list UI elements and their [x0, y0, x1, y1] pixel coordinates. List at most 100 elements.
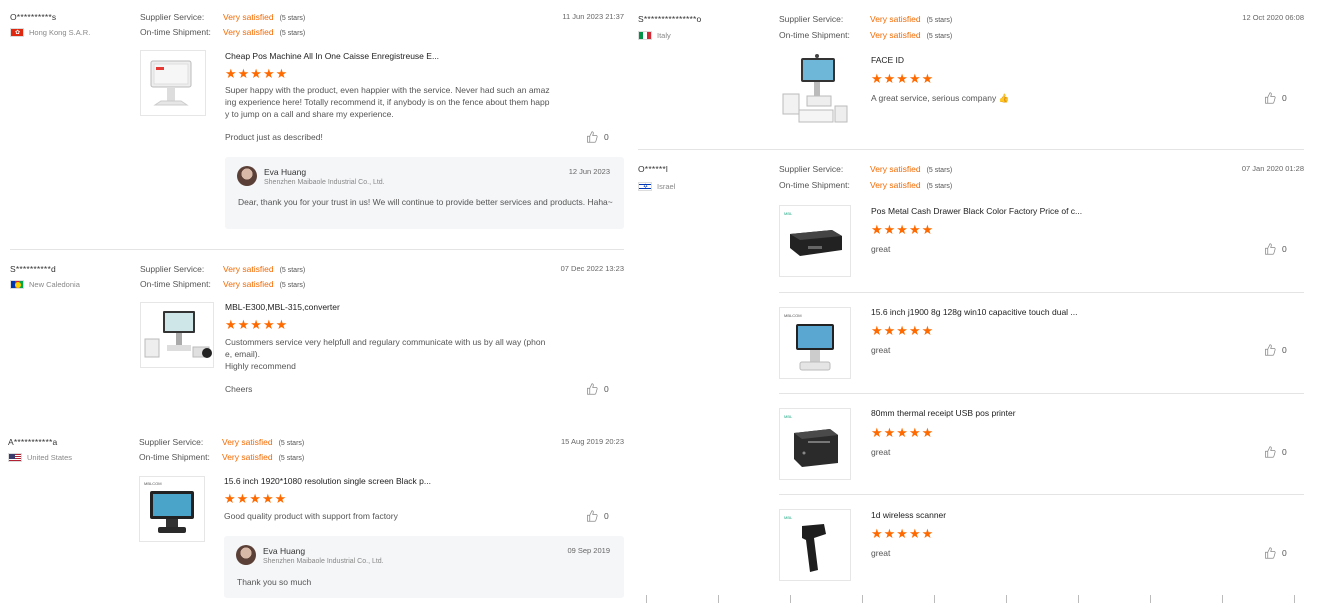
pos-machine-image: [150, 60, 192, 106]
pos-bundle-image: [144, 311, 212, 358]
product-title[interactable]: Pos Metal Cash Drawer Black Color Factor…: [871, 206, 1082, 216]
rating-block: Supplier Service: Very satisfied (5 stars)…: [140, 12, 305, 37]
like-count: 0: [604, 132, 609, 142]
svg-text:MBLCOM: MBLCOM: [144, 481, 162, 486]
reply-company: Shenzhen Maibaole Industrial Co., Ltd.: [263, 558, 384, 565]
stars-note: (5 stars): [926, 167, 953, 174]
supplier-service-value: Very satisfied: [223, 264, 274, 274]
product-title[interactable]: 1d wireless scanner: [871, 510, 946, 520]
thumbs-up-icon: [1265, 92, 1276, 104]
like-button[interactable]: 0: [586, 131, 609, 143]
review-text: Good quality product with support from f…: [224, 511, 398, 521]
like-count: 0: [604, 511, 609, 521]
star-rating: ★★★★★: [225, 317, 289, 332]
flag-united-states-icon: [8, 453, 22, 462]
product-thumbnail[interactable]: [140, 50, 206, 116]
rating-block: Supplier Service: Very satisfied (5 stars)…: [779, 164, 952, 190]
stars-note: (5 stars): [926, 17, 953, 24]
product-title[interactable]: 15.6 inch j1900 8g 128g win10 capacitive…: [871, 307, 1078, 317]
reviewer-country: ✿ Hong Kong S.A.R.: [10, 28, 90, 37]
supplier-service-label: Supplier Service:: [140, 12, 205, 22]
bottom-tick-row: [646, 595, 1306, 603]
ontime-shipment-value: Very satisfied: [870, 180, 921, 190]
like-count: 0: [1282, 244, 1287, 254]
review-date: 11 Jun 2023 21:37: [562, 12, 624, 21]
review-date: 15 Aug 2019 20:23: [561, 437, 624, 446]
supplier-service-value: Very satisfied: [223, 12, 274, 22]
rating-block: Supplier Service: Very satisfied (5 stars)…: [140, 264, 305, 289]
stars-note: (5 stars): [279, 30, 306, 37]
review-divider: [638, 149, 1304, 150]
star-rating: ★★★★★: [871, 323, 935, 338]
product-title[interactable]: 80mm thermal receipt USB pos printer: [871, 408, 1016, 418]
svg-text:MBL: MBL: [784, 211, 793, 216]
country-label: United States: [27, 453, 73, 462]
like-count: 0: [1282, 93, 1287, 103]
ontime-shipment-label: On-time Shipment:: [140, 27, 211, 37]
product-title[interactable]: FACE ID: [871, 55, 904, 65]
supplier-service-label: Supplier Service:: [140, 264, 205, 274]
tick-mark: [1078, 595, 1079, 603]
review-date: 07 Jan 2020 01:28: [1241, 164, 1304, 173]
product-title[interactable]: Cheap Pos Machine All In One Caisse Enre…: [225, 51, 439, 61]
product-thumbnail[interactable]: MBLCOM: [139, 476, 205, 542]
like-button[interactable]: 0: [1264, 446, 1287, 458]
like-button[interactable]: 0: [586, 383, 609, 395]
stars-note: (5 stars): [279, 267, 306, 274]
review-text: great: [871, 345, 891, 355]
review-text-line2: Highly recommend: [225, 361, 296, 371]
thumbs-up-icon: [1265, 344, 1276, 356]
product-thumbnail[interactable]: MBLCOM: [779, 307, 851, 379]
reviewer-country: ✡ Israel: [638, 182, 675, 191]
reply-text: Dear, thank you for your trust in us! We…: [238, 197, 613, 207]
face-id-terminal-image: [782, 54, 848, 123]
reviewer-country: United States: [8, 453, 72, 462]
stars-note: (5 stars): [926, 33, 953, 40]
product-title[interactable]: MBL-E300,MBL-315,converter: [225, 302, 340, 312]
star-rating: ★★★★★: [871, 222, 935, 237]
product-thumbnail[interactable]: MBL: [779, 205, 851, 277]
supplier-avatar: [236, 545, 256, 565]
stars-note: (5 stars): [278, 440, 305, 447]
like-button[interactable]: 0: [1264, 92, 1287, 104]
ontime-shipment-value: Very satisfied: [223, 279, 274, 289]
stars-note: (5 stars): [279, 15, 306, 22]
supplier-service-value: Very satisfied: [222, 437, 273, 447]
flag-italy-icon: [638, 31, 652, 40]
single-screen-pos-image: MBLCOM: [144, 481, 194, 533]
ontime-shipment-value: Very satisfied: [223, 27, 274, 37]
like-button[interactable]: 0: [586, 510, 609, 522]
product-thumbnail[interactable]: [140, 302, 214, 368]
tick-mark: [862, 595, 863, 603]
like-button[interactable]: 0: [1264, 344, 1287, 356]
product-thumbnail[interactable]: MBL: [779, 408, 851, 480]
flag-new-caledonia-icon: [10, 280, 24, 289]
product-thumbnail[interactable]: [779, 52, 851, 128]
reviewer-name: O**********s: [10, 12, 57, 22]
reviewer-name: S**********d: [10, 264, 56, 274]
supplier-service-label: Supplier Service:: [139, 437, 204, 447]
country-label: Italy: [657, 31, 671, 40]
supplier-avatar: [237, 166, 257, 186]
star-rating: ★★★★★: [224, 491, 288, 506]
thumbs-up-icon: [1265, 243, 1276, 255]
supplier-service-value: Very satisfied: [870, 164, 921, 174]
ontime-shipment-label: On-time Shipment:: [140, 279, 211, 289]
star-rating: ★★★★★: [225, 66, 289, 81]
country-label: New Caledonia: [29, 280, 80, 289]
tick-mark: [1294, 595, 1295, 603]
like-button[interactable]: 0: [1264, 547, 1287, 559]
thumbs-up-icon: [587, 131, 598, 143]
like-count: 0: [1282, 345, 1287, 355]
svg-text:MBL: MBL: [784, 414, 793, 419]
ontime-shipment-value: Very satisfied: [222, 452, 273, 462]
like-count: 0: [1282, 447, 1287, 457]
like-button[interactable]: 0: [1264, 243, 1287, 255]
stars-note: (5 stars): [278, 455, 305, 462]
tick-mark: [718, 595, 719, 603]
product-thumbnail[interactable]: MBL: [779, 509, 851, 581]
flag-hong-kong-icon: ✿: [10, 28, 24, 37]
tick-mark: [646, 595, 647, 603]
product-title[interactable]: 15.6 inch 1920*1080 resolution single sc…: [224, 476, 431, 486]
svg-text:MBL: MBL: [784, 515, 793, 520]
